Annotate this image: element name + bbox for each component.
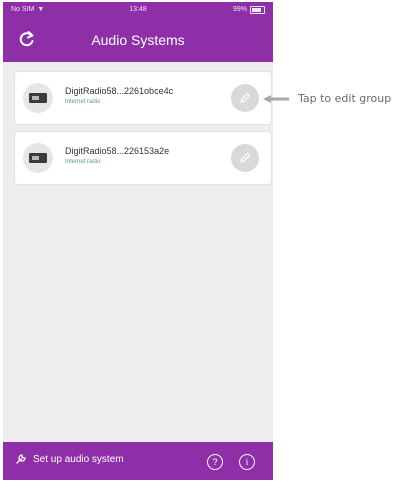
device-type: Internet radio [65, 159, 101, 165]
battery-percent: 99% [232, 6, 247, 13]
device-name: DigitRadio58...226153a2e [65, 146, 170, 156]
radio-device-icon [23, 83, 53, 113]
page-title: Audio Systems [91, 32, 185, 48]
radio-device-icon [23, 143, 53, 173]
phone-screen: No SIM ▼ 13:48 99% Audio Systems DigitRad… [3, 2, 273, 480]
arrow-left-icon [263, 94, 289, 103]
callout-text: Tap to edit group [298, 92, 392, 105]
status-bar: No SIM ▼ 13:48 99% [3, 2, 273, 18]
device-card[interactable]: DigitRadio58...226153a2e Internet radio [15, 132, 271, 184]
bottom-toolbar: Set up audio system ? i [3, 442, 273, 480]
setup-label: Set up audio system [33, 453, 124, 465]
device-card[interactable]: DigitRadio58...2261obce4c Internet radio [15, 72, 271, 124]
info-button[interactable]: i [239, 454, 255, 470]
device-list: DigitRadio58...2261obce4c Internet radio… [15, 72, 271, 192]
device-type: Internet radio [65, 99, 101, 105]
nav-bar: Audio Systems [3, 18, 273, 62]
wrench-icon [16, 454, 26, 464]
tap-to-edit-callout: Tap to edit group [262, 92, 391, 105]
screenshot-stage: No SIM ▼ 13:48 99% Audio Systems DigitRad… [0, 0, 420, 484]
help-button[interactable]: ? [207, 454, 223, 470]
setup-audio-system-button[interactable]: Set up audio system [15, 453, 124, 465]
battery-status: 99% [233, 2, 265, 18]
edit-group-button[interactable] [231, 144, 259, 172]
battery-icon [250, 6, 265, 14]
pencil-icon [240, 92, 251, 103]
edit-group-button[interactable] [231, 84, 259, 112]
device-name: DigitRadio58...2261obce4c [65, 86, 174, 96]
pencil-icon [240, 152, 251, 163]
